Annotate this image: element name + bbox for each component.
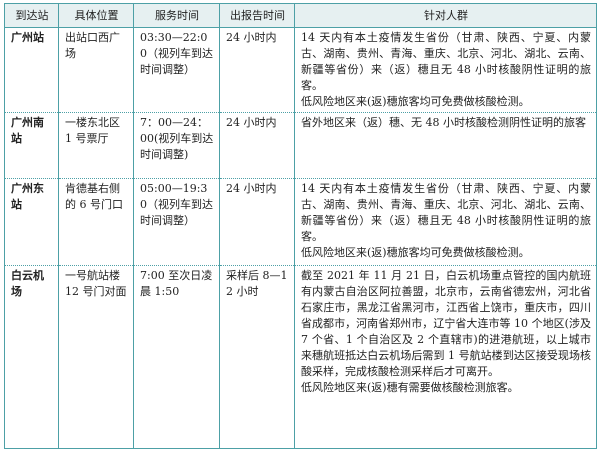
- header-target-group: 针对人群: [294, 3, 597, 28]
- station-name: 广州站: [4, 27, 59, 113]
- table-body: 广州站 出站口西广场 03:30—22:00（视列车到达时间调整） 24 小时内…: [4, 27, 597, 449]
- document-page: 到达站 具体位置 服务时间 出报告时间 针对人群 广州站 出站口西广场 03:3…: [0, 0, 600, 449]
- target-paragraph: 截至 2021 年 11 月 21 日，白云机场重点管控的国内航班有内蒙古自治区…: [301, 269, 591, 378]
- target-paragraph: 低风险地区来(返)穗旅客均可免费做核酸检测。: [301, 246, 530, 259]
- location-cell: 一号航站楼 12 号门对面: [58, 265, 134, 449]
- location-cell: 出站口西广场: [58, 27, 134, 113]
- header-station: 到达站: [4, 3, 59, 28]
- report-time-cell: 24 小时内: [219, 112, 295, 179]
- service-time-cell: 7:00 至次日凌晨 1:50: [133, 265, 220, 449]
- station-name: 广州东站: [4, 178, 59, 266]
- target-paragraph: 低风险地区来(返)穗旅客均可免费做核酸检测。: [301, 95, 530, 108]
- table-row: 广州站 出站口西广场 03:30—22:00（视列车到达时间调整） 24 小时内…: [4, 27, 597, 113]
- service-time-cell: 03:30—22:00（视列车到达时间调整）: [133, 27, 220, 113]
- target-group-cell: 截至 2021 年 11 月 21 日，白云机场重点管控的国内航班有内蒙古自治区…: [294, 265, 597, 449]
- table-row: 白云机场 一号航站楼 12 号门对面 7:00 至次日凌晨 1:50 采样后 8…: [4, 265, 597, 449]
- target-paragraph: 低风险地区来(返)穗有需要做核酸检测旅客。: [301, 381, 519, 394]
- table-header: 到达站 具体位置 服务时间 出报告时间 针对人群: [4, 3, 597, 28]
- target-group-cell: 省外地区来（返）穗、无 48 小时核酸检测阴性证明的旅客: [294, 112, 597, 179]
- station-name: 广州南站: [4, 112, 59, 179]
- service-time-cell: 7：00—24：00(视列车到达时间调整): [133, 112, 220, 179]
- header-location: 具体位置: [58, 3, 134, 28]
- table-row: 广州东站 肯德基右侧的 6 号门口 05:00—19:30（视列车到达时间调整）…: [4, 178, 597, 266]
- location-cell: 一楼东北区 1 号票厅: [58, 112, 134, 179]
- testing-sites-table: 到达站 具体位置 服务时间 出报告时间 针对人群 广州站 出站口西广场 03:3…: [4, 3, 597, 449]
- report-time-cell: 24 小时内: [219, 27, 295, 113]
- target-paragraph: 省外地区来（返）穗、无 48 小时核酸检测阴性证明的旅客: [301, 116, 586, 129]
- table-row: 广州南站 一楼东北区 1 号票厅 7：00—24：00(视列车到达时间调整) 2…: [4, 112, 597, 179]
- target-paragraph: 14 天内有本土疫情发生省份（甘肃、陕西、宁夏、内蒙古、湖南、贵州、青海、重庆、…: [301, 182, 591, 243]
- target-paragraph: 14 天内有本土疫情发生省份（甘肃、陕西、宁夏、内蒙古、湖南、贵州、青海、重庆、…: [301, 31, 591, 92]
- location-cell: 肯德基右侧的 6 号门口: [58, 178, 134, 266]
- header-row: 到达站 具体位置 服务时间 出报告时间 针对人群: [4, 3, 597, 28]
- report-time-cell: 24 小时内: [219, 178, 295, 266]
- target-group-cell: 14 天内有本土疫情发生省份（甘肃、陕西、宁夏、内蒙古、湖南、贵州、青海、重庆、…: [294, 27, 597, 113]
- station-name: 白云机场: [4, 265, 59, 449]
- report-time-cell: 采样后 8—12 小时: [219, 265, 295, 449]
- service-time-cell: 05:00—19:30（视列车到达时间调整）: [133, 178, 220, 266]
- header-report-time: 出报告时间: [219, 3, 295, 28]
- target-group-cell: 14 天内有本土疫情发生省份（甘肃、陕西、宁夏、内蒙古、湖南、贵州、青海、重庆、…: [294, 178, 597, 266]
- header-service-time: 服务时间: [133, 3, 220, 28]
